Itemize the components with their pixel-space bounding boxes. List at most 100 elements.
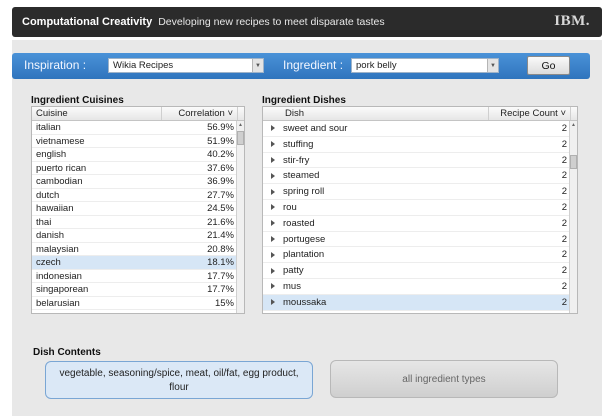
table-row[interactable]: italian 56.9% bbox=[32, 121, 244, 135]
cuisines-table: Cuisine Correlation ˅ italian 56.9% vietna… bbox=[31, 106, 245, 314]
cuisine-name: thai bbox=[36, 216, 52, 228]
table-row[interactable]: mus 2 bbox=[263, 279, 577, 295]
scroll-up-icon[interactable]: ▲ bbox=[570, 121, 577, 129]
dish-recipe-count: 2 bbox=[561, 170, 567, 182]
expand-arrow-icon[interactable] bbox=[271, 141, 275, 148]
inspiration-select-value: Wikia Recipes bbox=[113, 60, 174, 71]
table-row[interactable]: sweet and sour 2 bbox=[263, 121, 577, 137]
cuisine-correlation: 17.7% bbox=[207, 284, 234, 295]
ingredient-select-value: pork belly bbox=[356, 60, 397, 71]
dishes-scrollbar[interactable]: ▲ bbox=[569, 121, 577, 313]
cuisine-correlation: 21.4% bbox=[207, 230, 234, 241]
expand-arrow-icon[interactable] bbox=[271, 299, 275, 306]
dish-name: spring roll bbox=[283, 186, 325, 198]
dish-recipe-count: 2 bbox=[561, 138, 567, 150]
cuisine-name: malaysian bbox=[36, 243, 79, 255]
ibm-logo: IBM. bbox=[554, 13, 590, 29]
expand-arrow-icon[interactable] bbox=[271, 220, 275, 227]
expand-arrow-icon[interactable] bbox=[271, 172, 275, 179]
go-button[interactable]: Go bbox=[527, 56, 570, 75]
dish-cell: steamed bbox=[263, 168, 489, 183]
column-header-recipe-count[interactable]: Recipe Count ˅ bbox=[489, 107, 571, 120]
cuisines-title: Ingredient Cuisines bbox=[31, 95, 124, 106]
app-title: Computational Creativity bbox=[22, 16, 153, 28]
table-row[interactable]: spring roll 2 bbox=[263, 184, 577, 200]
table-row[interactable]: malaysian 20.8% bbox=[32, 243, 244, 256]
dishes-title: Ingredient Dishes bbox=[262, 95, 346, 106]
column-header-dish[interactable]: Dish bbox=[263, 107, 489, 120]
scrollbar-thumb[interactable] bbox=[237, 131, 244, 145]
cuisine-correlation: 15% bbox=[214, 297, 234, 309]
expand-arrow-icon[interactable] bbox=[271, 267, 275, 274]
dish-name: mus bbox=[283, 280, 301, 292]
dish-name: patty bbox=[283, 265, 304, 277]
dish-cell: spring roll bbox=[263, 184, 489, 199]
ingredient-label: Ingredient : bbox=[283, 58, 344, 72]
cuisine-name: danish bbox=[36, 230, 64, 241]
table-row[interactable]: stir-fry 2 bbox=[263, 153, 577, 169]
table-row[interactable]: plantation 2 bbox=[263, 247, 577, 264]
dish-name: sweet and sour bbox=[283, 123, 348, 134]
table-row[interactable]: portugese 2 bbox=[263, 232, 577, 248]
expand-arrow-icon[interactable] bbox=[271, 157, 275, 164]
table-row[interactable]: belarusian 15% bbox=[32, 297, 244, 310]
table-row[interactable]: hawaiian 24.5% bbox=[32, 202, 244, 216]
expand-arrow-icon[interactable] bbox=[271, 204, 275, 211]
column-header-cuisine[interactable]: Cuisine bbox=[32, 107, 162, 120]
table-row[interactable]: steamed 2 bbox=[263, 168, 577, 185]
cuisine-name: hawaiian bbox=[36, 203, 74, 214]
table-row[interactable]: singaporean 17.7% bbox=[32, 283, 244, 297]
table-row[interactable]: english 40.2% bbox=[32, 148, 244, 162]
dish-recipe-count: 2 bbox=[561, 233, 567, 245]
inspiration-select[interactable]: Wikia Recipes ▼ bbox=[108, 58, 264, 73]
expand-arrow-icon[interactable] bbox=[271, 125, 275, 132]
cuisines-table-body: italian 56.9% vietnamese 51.9% english 40.2% p… bbox=[32, 121, 244, 310]
cuisine-name: english bbox=[36, 149, 67, 160]
table-row[interactable]: stuffing 2 bbox=[263, 137, 577, 153]
scrollbar-thumb[interactable] bbox=[570, 155, 577, 169]
table-row[interactable]: patty 2 bbox=[263, 263, 577, 279]
dish-cell: plantation bbox=[263, 247, 489, 262]
cuisine-correlation: 36.9% bbox=[207, 176, 234, 187]
scroll-up-icon[interactable]: ▲ bbox=[237, 121, 244, 129]
dish-name: plantation bbox=[283, 249, 325, 261]
chevron-down-icon[interactable]: ▼ bbox=[487, 59, 498, 72]
cuisine-name: cambodian bbox=[36, 176, 83, 187]
cuisine-name: singaporean bbox=[36, 284, 89, 295]
dish-recipe-count: 2 bbox=[561, 201, 567, 213]
search-toolbar: Inspiration : Wikia Recipes ▼ Ingredient… bbox=[12, 53, 590, 79]
dishes-table-body: sweet and sour 2 stuffing 2 stir-fry 2 steamed… bbox=[263, 121, 577, 311]
cuisine-correlation: 27.7% bbox=[207, 189, 234, 201]
table-row[interactable]: indonesian 17.7% bbox=[32, 270, 244, 283]
column-header-correlation[interactable]: Correlation ˅ bbox=[162, 107, 238, 120]
table-row[interactable]: dutch 27.7% bbox=[32, 189, 244, 202]
dish-recipe-count: 2 bbox=[561, 249, 567, 261]
expand-arrow-icon[interactable] bbox=[271, 251, 275, 258]
table-row[interactable]: vietnamese 51.9% bbox=[32, 135, 244, 148]
cuisine-correlation: 20.8% bbox=[207, 243, 234, 255]
cuisines-scrollbar[interactable]: ▲ bbox=[236, 121, 244, 313]
cuisine-name: dutch bbox=[36, 189, 60, 201]
expand-arrow-icon[interactable] bbox=[271, 188, 275, 195]
all-ingredient-types-button[interactable]: all ingredient types bbox=[330, 360, 558, 398]
table-row[interactable]: puerto rican 37.6% bbox=[32, 162, 244, 175]
dish-name: moussaka bbox=[283, 296, 327, 308]
dishes-table: Dish Recipe Count ˅ sweet and sour 2 stuff… bbox=[262, 106, 578, 314]
table-row[interactable]: thai 21.6% bbox=[32, 216, 244, 229]
dish-cell: moussaka bbox=[263, 295, 489, 310]
table-row[interactable]: danish 21.4% bbox=[32, 229, 244, 243]
dish-name: rou bbox=[283, 201, 297, 213]
table-row[interactable]: moussaka 2 bbox=[263, 294, 577, 311]
table-row[interactable]: rou 2 bbox=[263, 200, 577, 216]
expand-arrow-icon[interactable] bbox=[271, 236, 275, 243]
ingredient-select[interactable]: pork belly ▼ bbox=[351, 58, 499, 73]
chevron-down-icon[interactable]: ▼ bbox=[252, 59, 263, 72]
expand-arrow-icon[interactable] bbox=[271, 283, 275, 290]
dish-cell: stuffing bbox=[263, 137, 489, 152]
dish-contents-box[interactable]: vegetable, seasoning/spice, meat, oil/fa… bbox=[45, 361, 313, 399]
table-row[interactable]: roasted 2 bbox=[263, 216, 577, 232]
table-row[interactable]: cambodian 36.9% bbox=[32, 175, 244, 189]
cuisine-name: puerto rican bbox=[36, 162, 87, 174]
table-row[interactable]: czech 18.1% bbox=[32, 256, 244, 270]
dish-name: steamed bbox=[283, 170, 320, 182]
